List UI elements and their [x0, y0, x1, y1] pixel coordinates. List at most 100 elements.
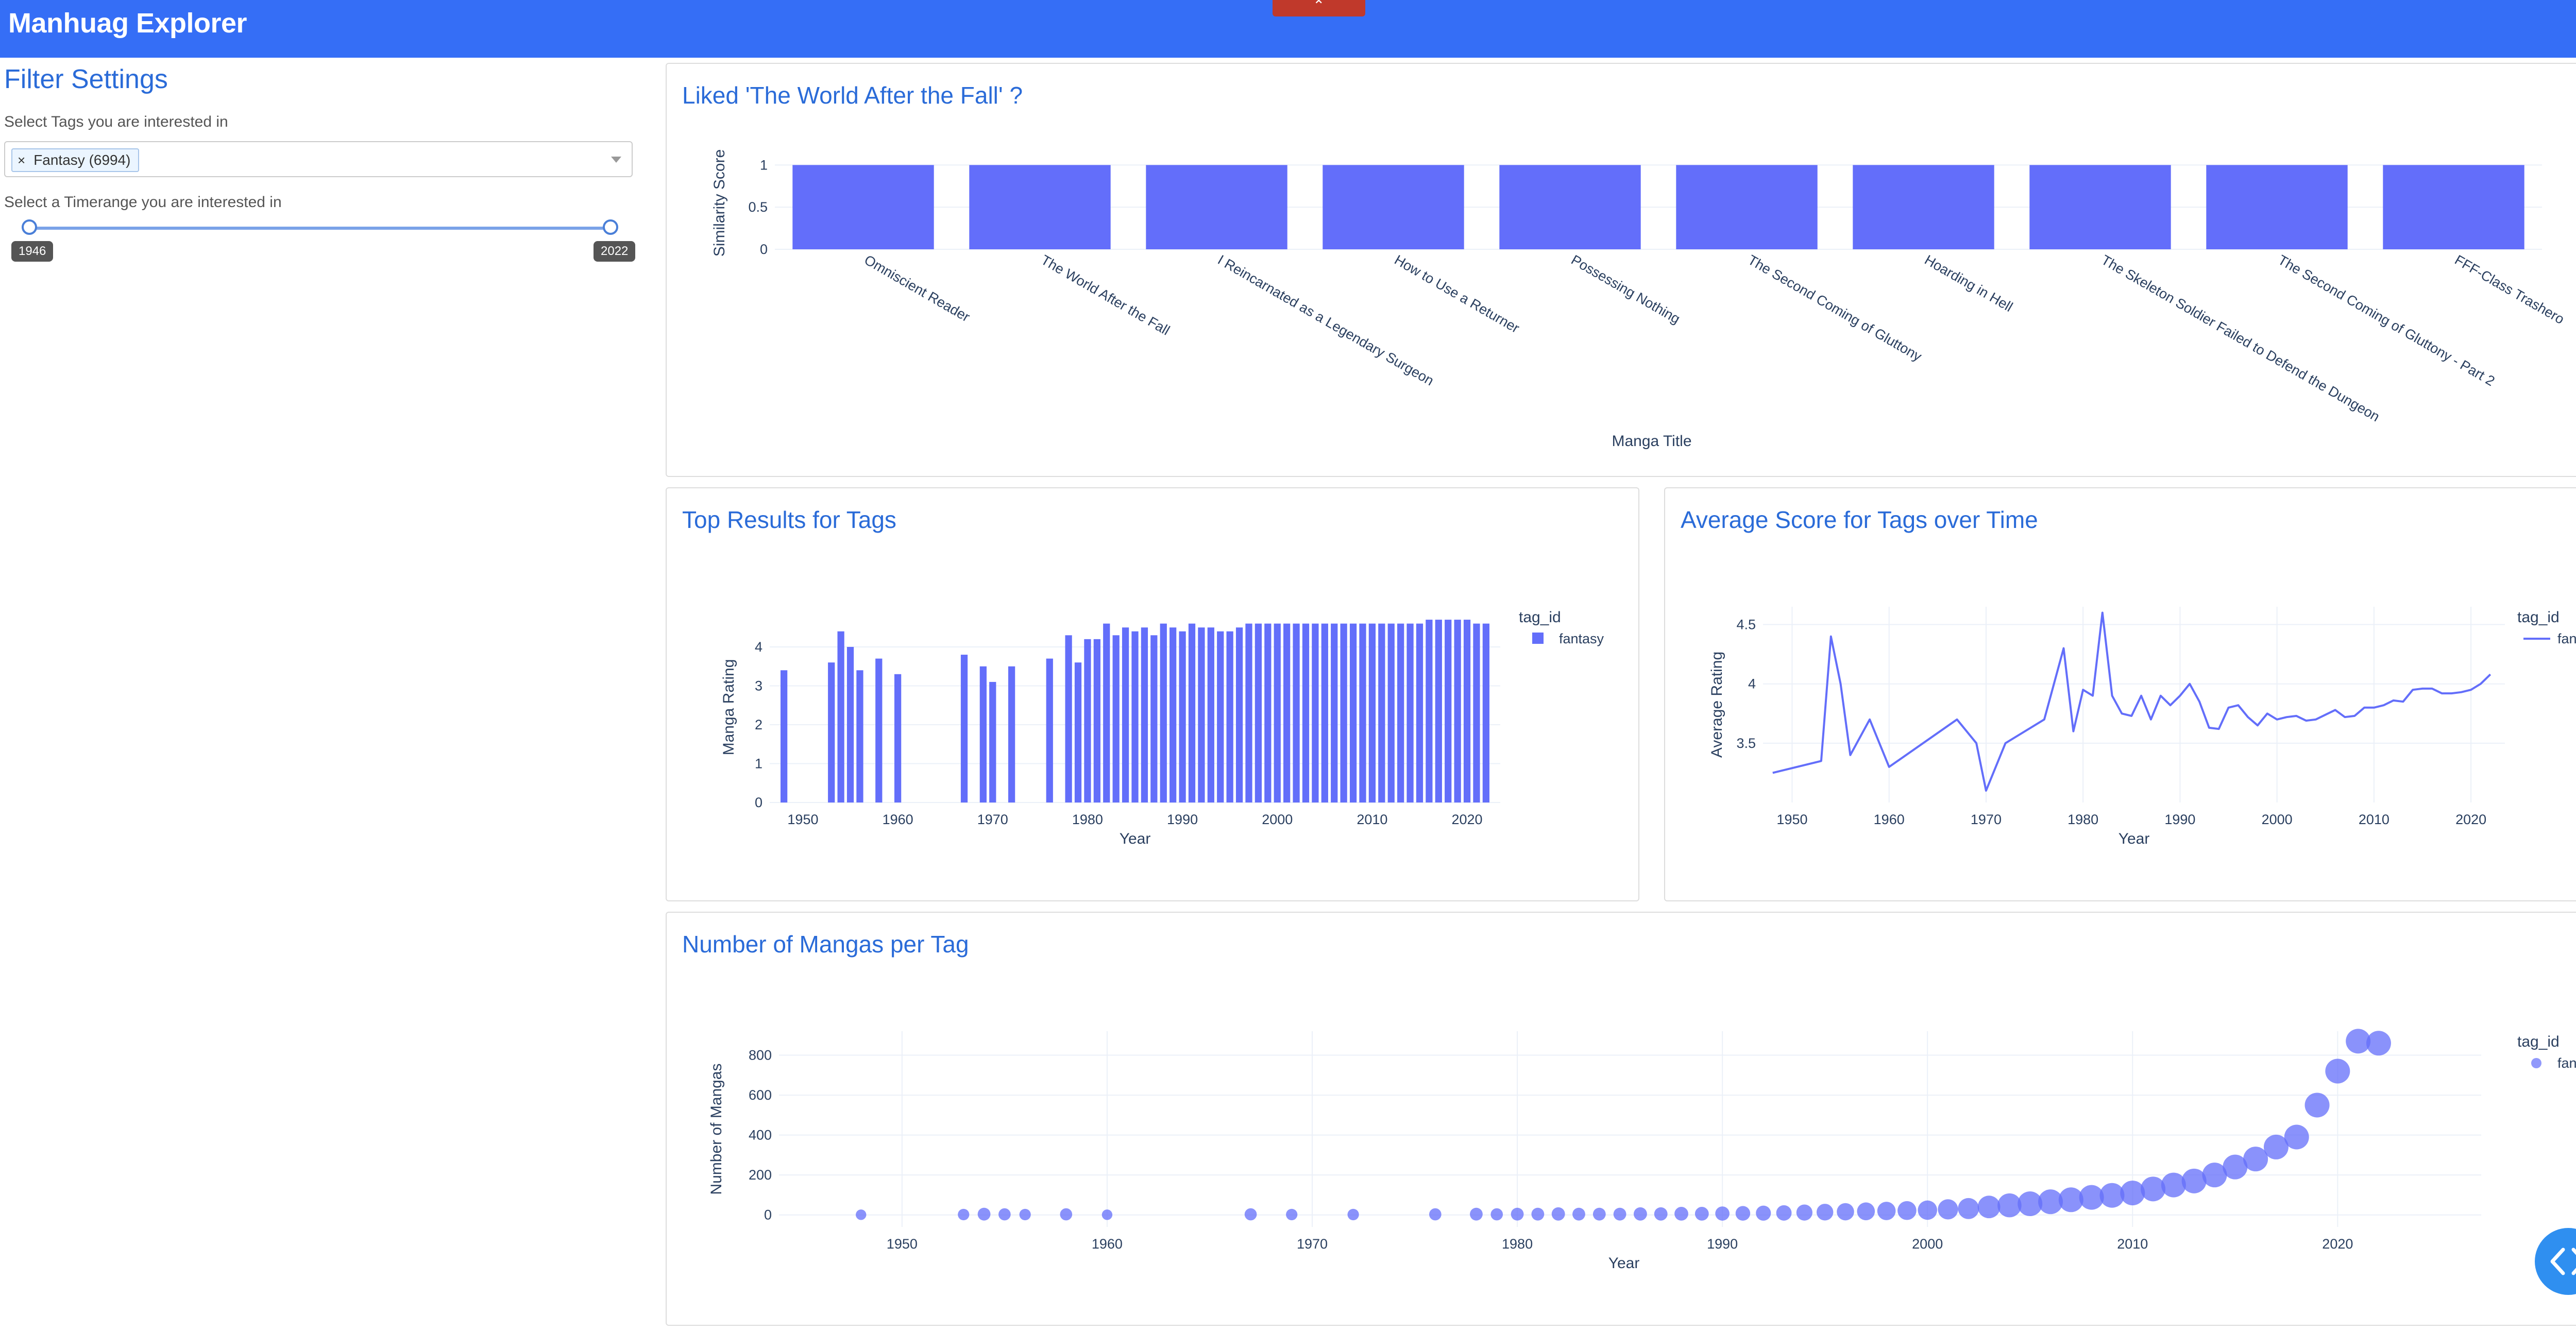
- range-slider-end-handle[interactable]: [603, 219, 618, 235]
- count-point: [1613, 1207, 1626, 1221]
- chevron-down-icon[interactable]: [611, 157, 621, 163]
- similarity-chart: 0 0.5 1 Omniscient Reader The World After th…: [711, 149, 2567, 450]
- rating-bar: [1302, 623, 1310, 802]
- rating-bar: [1435, 620, 1442, 802]
- rating-bar: [1207, 627, 1214, 802]
- y-tick-label: 200: [749, 1167, 772, 1183]
- rating-bar: [1349, 623, 1357, 802]
- count-point: [1470, 1207, 1483, 1221]
- count-point: [2161, 1172, 2186, 1198]
- similarity-bar: [792, 165, 934, 249]
- rating-bar: [1084, 639, 1091, 802]
- x-category-label: Omniscient Reader: [862, 252, 973, 325]
- count-point: [1244, 1208, 1257, 1221]
- rating-bar: [1150, 635, 1158, 802]
- similarity-bar: [2383, 165, 2524, 249]
- count-point: [1837, 1203, 1854, 1221]
- rating-bar: [1255, 623, 1262, 802]
- tags-dropdown[interactable]: × Fantasy (6994): [4, 141, 633, 177]
- x-category-label: I Reincarnated as a Legendary Surgeon: [1215, 252, 1437, 388]
- count-point: [1897, 1201, 1917, 1220]
- count-point: [1938, 1199, 1958, 1220]
- legend-series-fantasy: fantasy: [2557, 631, 2576, 646]
- count-point: [2120, 1181, 2145, 1206]
- x-axis-title: Manga Title: [1612, 433, 1691, 450]
- x-tick-label: 1990: [1707, 1236, 1738, 1252]
- x-tick-label: 1970: [1297, 1236, 1328, 1252]
- y-tick-label: 1: [760, 157, 768, 173]
- range-slider-track[interactable]: [30, 227, 610, 230]
- y-tick-label: 3.5: [1736, 736, 1756, 751]
- count-point: [1735, 1206, 1751, 1221]
- rating-bar: [1387, 623, 1395, 802]
- count-point: [1101, 1209, 1113, 1220]
- x-tick-label: 2020: [2322, 1236, 2353, 1252]
- range-start-tooltip: 1946: [11, 241, 54, 262]
- rating-bar: [1179, 631, 1186, 802]
- count-point: [1694, 1207, 1709, 1221]
- y-tick-label: 4: [1748, 676, 1756, 692]
- similarity-bar: [1499, 165, 1641, 249]
- rating-bar: [1312, 623, 1319, 802]
- rating-bar: [780, 670, 788, 802]
- rating-bar: [1188, 623, 1196, 802]
- y-tick-label: 400: [749, 1128, 772, 1143]
- remove-tag-icon[interactable]: ×: [18, 152, 25, 168]
- top-results-chart: 0 1 2 3 4 1950 1960 1970 1980 1990 2000 2010 2020 Yea…: [720, 609, 1604, 847]
- code-toggle-button[interactable]: [2535, 1228, 2576, 1295]
- count-point: [1511, 1207, 1524, 1221]
- count-point: [1857, 1202, 1875, 1221]
- y-axis-title: Manga Rating: [720, 659, 737, 756]
- rating-bar: [1235, 627, 1243, 802]
- rating-bar: [1368, 623, 1376, 802]
- collapse-tab[interactable]: ⌃: [1273, 0, 1365, 16]
- app-title: Manhuag Explorer: [8, 8, 247, 39]
- x-tick-label: 1980: [1502, 1236, 1533, 1252]
- y-tick-label: 4: [755, 639, 762, 655]
- count-point: [1551, 1207, 1565, 1221]
- count-point: [1816, 1204, 1834, 1221]
- rating-bar: [1131, 631, 1139, 802]
- count-point: [1531, 1207, 1545, 1221]
- x-category-label: Possessing Nothing: [1569, 252, 1683, 327]
- y-axis-title: Average Rating: [1708, 652, 1725, 758]
- avg-score-card: Average Score for Tags over Time 1950 196…: [1664, 487, 2576, 901]
- rating-bar: [1198, 627, 1205, 802]
- count-point: [1877, 1202, 1896, 1220]
- legend-series-fantasy: fantasy: [1559, 631, 1604, 646]
- x-tick-label: 1960: [883, 812, 913, 827]
- count-point: [1019, 1208, 1031, 1221]
- y-tick-label: 3: [755, 678, 762, 693]
- rating-bar: [1482, 623, 1490, 802]
- count-point: [1286, 1208, 1298, 1221]
- x-tick-label: 1980: [2067, 812, 2098, 827]
- x-category-label: The Second Coming of Gluttony: [1745, 252, 1925, 364]
- rating-bar: [828, 662, 835, 802]
- y-tick-label: 600: [749, 1087, 772, 1103]
- y-axis-title: Number of Mangas: [708, 1063, 725, 1194]
- rating-bar: [1473, 623, 1480, 802]
- rating-bar: [1274, 623, 1281, 802]
- count-point: [2141, 1176, 2166, 1202]
- x-tick-label: 1960: [1874, 812, 1905, 827]
- count-point: [1977, 1196, 2001, 1219]
- x-tick-label: 2010: [2359, 812, 2389, 827]
- legend-title: tag_id: [2517, 609, 2560, 626]
- count-point: [1674, 1207, 1688, 1221]
- x-tick-label: 1990: [2164, 812, 2195, 827]
- count-point: [1958, 1198, 1979, 1219]
- legend-swatch: [2531, 1058, 2541, 1068]
- y-tick-label: 0: [760, 242, 768, 257]
- range-slider-start-handle[interactable]: [22, 219, 37, 235]
- x-category-label: Hoarding in Hell: [1922, 252, 2015, 315]
- rating-bar: [1264, 623, 1272, 802]
- rating-bar: [1226, 631, 1233, 802]
- count-point: [2304, 1092, 2330, 1118]
- rating-bar: [1093, 639, 1100, 802]
- rating-bar: [1445, 620, 1452, 802]
- rating-bar: [846, 646, 854, 802]
- count-card: Number of Mangas per Tag 1950 1960 1970 198…: [666, 912, 2576, 1326]
- similarity-bar: [2206, 165, 2348, 249]
- rating-bar: [1122, 627, 1129, 802]
- rating-bar: [1074, 662, 1082, 802]
